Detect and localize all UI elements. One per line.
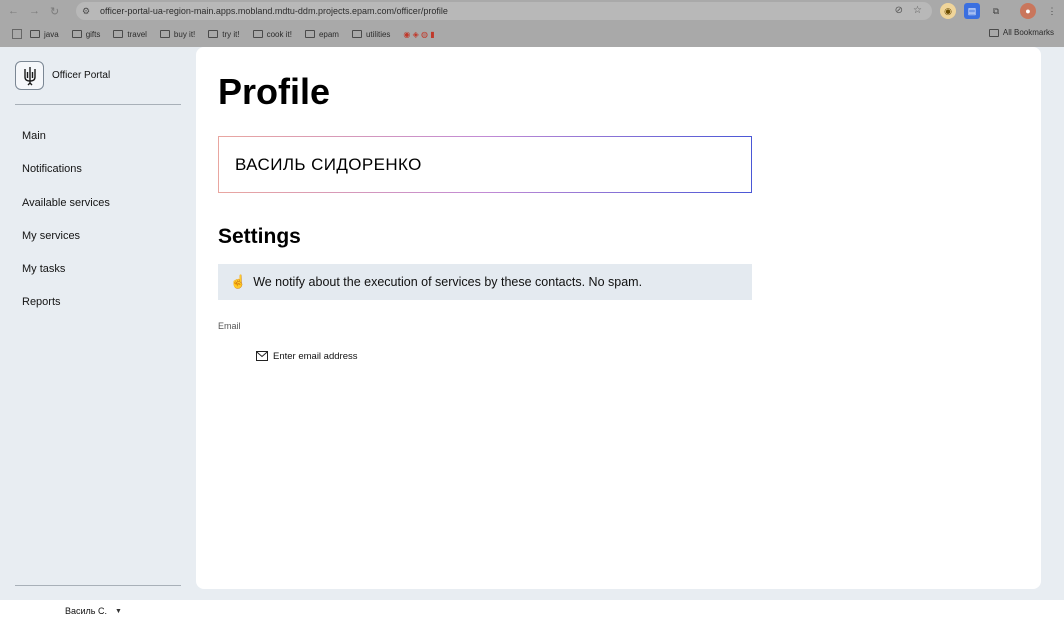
- email-input[interactable]: [273, 350, 473, 362]
- browser-toolbar: ← → ↻ ⚙ officer-portal-ua-region-main.ap…: [0, 0, 1064, 22]
- sidebar-item-main[interactable]: Main: [22, 129, 110, 162]
- notice-banner: ☝ We notify about the execution of servi…: [218, 264, 752, 300]
- trident-icon: [15, 61, 44, 90]
- brand-name: Officer Portal: [52, 70, 111, 81]
- page-title: Profile: [218, 71, 331, 112]
- browser-nav-buttons: ← → ↻: [0, 5, 72, 18]
- extension-icon[interactable]: ◉: [940, 3, 956, 19]
- user-name: Василь С.: [65, 606, 107, 616]
- back-icon[interactable]: ←: [8, 5, 19, 18]
- folder-icon: [351, 30, 362, 38]
- all-bookmarks[interactable]: All Bookmarks: [988, 28, 1054, 37]
- address-bar[interactable]: ⚙ officer-portal-ua-region-main.apps.mob…: [76, 2, 932, 20]
- forward-icon[interactable]: →: [29, 5, 40, 18]
- extension-calendar-icon[interactable]: ▤: [964, 3, 980, 19]
- sidebar-item-available-services[interactable]: Available services: [22, 196, 110, 229]
- sidebar: Officer Portal Main Notifications Availa…: [0, 47, 196, 600]
- brand[interactable]: Officer Portal: [15, 61, 110, 90]
- url-text: officer-portal-ua-region-main.apps.mobla…: [100, 6, 448, 16]
- bookmarks-bar: java gifts travel buy it! try it! cook i…: [0, 24, 1064, 44]
- email-label: Email: [218, 321, 241, 331]
- sidebar-divider: [15, 585, 181, 586]
- browser-chrome: ← → ↻ ⚙ officer-portal-ua-region-main.ap…: [0, 0, 1064, 47]
- chevron-down-icon: ▼: [114, 607, 122, 615]
- user-menu[interactable]: Василь С. ▼: [65, 606, 122, 616]
- sidebar-item-my-tasks[interactable]: My tasks: [22, 262, 110, 295]
- bookmark-folder[interactable]: travel: [113, 30, 147, 39]
- sidebar-item-reports[interactable]: Reports: [22, 295, 110, 328]
- bookmark-folder[interactable]: cook it!: [252, 30, 292, 39]
- notice-text: We notify about the execution of service…: [253, 275, 643, 289]
- reload-icon[interactable]: ↻: [50, 5, 59, 18]
- folder-icon: [988, 28, 999, 37]
- profile-avatar-icon[interactable]: ●: [1020, 3, 1036, 19]
- sidebar-item-notifications[interactable]: Notifications: [22, 162, 110, 195]
- browser-menu-icon[interactable]: ⋮: [1044, 3, 1060, 19]
- user-full-name: ВАСИЛЬ СИДОРЕНКО: [218, 136, 752, 193]
- profile-card: Profile ВАСИЛЬ СИДОРЕНКО Settings ☝ We n…: [196, 47, 1041, 589]
- folder-icon: [71, 30, 82, 38]
- sidebar-item-my-services[interactable]: My services: [22, 229, 110, 262]
- bookmark-folder[interactable]: try it!: [208, 30, 240, 39]
- pointing-finger-icon: ☝: [230, 274, 247, 289]
- folder-icon: [113, 30, 124, 38]
- folder-icon: [252, 30, 263, 38]
- folder-icon: [159, 30, 170, 38]
- bookmark-folder[interactable]: epam: [304, 30, 339, 39]
- extensions: ◉ ▤ ⧉ ● ⋮: [940, 3, 1060, 19]
- folder-icon: [208, 30, 219, 38]
- settings-heading: Settings: [218, 225, 301, 248]
- mail-icon: [256, 351, 268, 361]
- folder-icon: [304, 30, 315, 38]
- site-settings-icon[interactable]: ⚙: [82, 6, 92, 16]
- sidebar-divider: [15, 104, 181, 105]
- bookmark-star-icon[interactable]: ☆: [913, 5, 922, 16]
- bookmark-folder[interactable]: java: [30, 30, 59, 39]
- user-bar: Василь С. ▼: [0, 600, 1064, 638]
- bookmark-folder[interactable]: utilities: [351, 30, 390, 39]
- bookmark-folder[interactable]: gifts: [71, 30, 100, 39]
- folder-icon: [30, 30, 40, 38]
- extensions-puzzle-icon[interactable]: ⧉: [988, 3, 1004, 19]
- bookmark-folder[interactable]: buy it!: [159, 30, 195, 39]
- address-bar-actions: ⊘ ☆: [895, 5, 922, 16]
- trident-icon-svg: [23, 66, 36, 85]
- sidebar-nav: Main Notifications Available services My…: [22, 129, 110, 329]
- bookmark-favicons[interactable]: ◉ ◈ ◍ ▮: [403, 30, 434, 39]
- camera-off-icon[interactable]: ⊘: [895, 5, 903, 16]
- email-field[interactable]: [256, 346, 516, 366]
- apps-grid-icon[interactable]: [12, 29, 22, 39]
